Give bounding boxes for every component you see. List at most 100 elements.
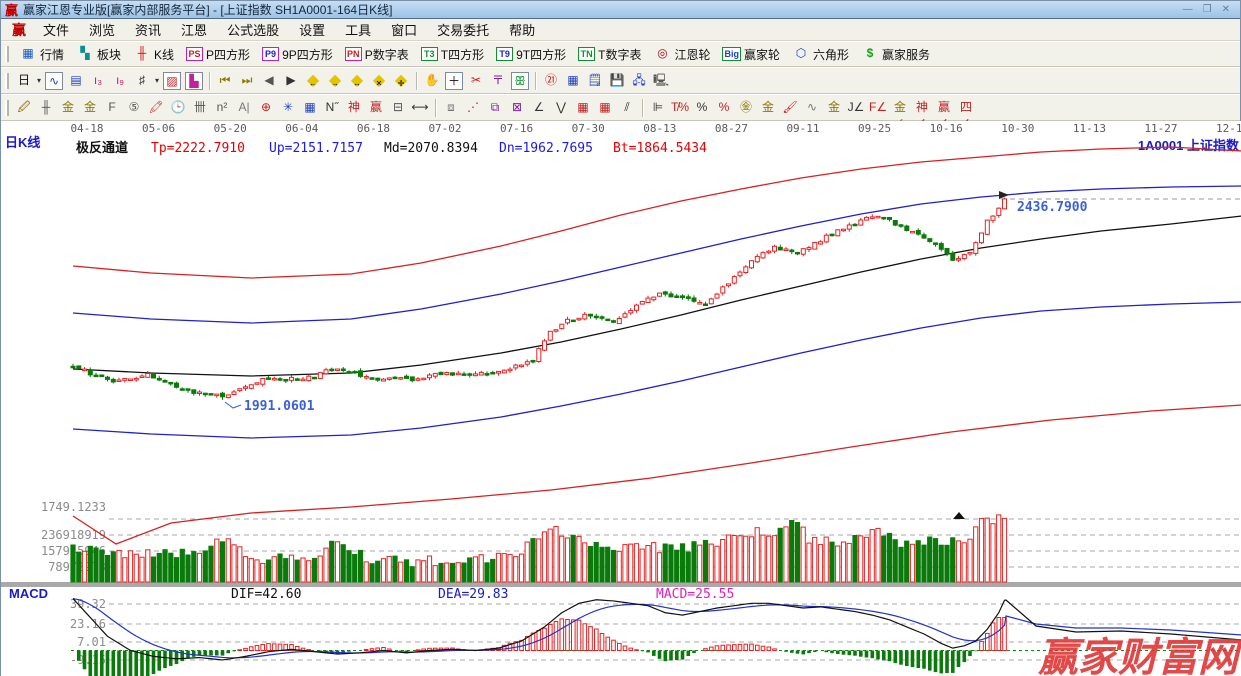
toolbar-button-t-square[interactable]: T3 T四方形 [415, 44, 490, 65]
nav-button-notes[interactable]: 🗒 [584, 70, 606, 92]
nav-button-angle-measure[interactable]: ✂ [465, 70, 487, 92]
nav-button-info-document[interactable]: ▤ [65, 70, 87, 92]
draw-button-angle-lines[interactable]: ∠ [528, 97, 550, 119]
nav-button-diamond-star[interactable]: ◆ ✛ [390, 70, 412, 92]
window-button-0[interactable]: — [1183, 4, 1193, 15]
draw-button-gold-line[interactable]: 金 [757, 97, 779, 119]
draw-button-line-segments[interactable]: 卌 [189, 97, 211, 119]
draw-button-gold-ratio-2[interactable]: 金 [79, 97, 101, 119]
menu-item-tools[interactable]: 工具 [335, 18, 381, 41]
toolbar-grip[interactable] [5, 99, 9, 116]
nav-button-gann-t-tool[interactable]: 〒 [487, 70, 509, 92]
draw-button-k-mark[interactable]: Ν˝ [321, 97, 343, 119]
toolbar-grip[interactable] [5, 72, 9, 89]
draw-button-f-tool[interactable]: F [101, 97, 123, 119]
nav-button-calendar[interactable]: ㉑ [540, 70, 562, 92]
draw-button-fan-box[interactable]: ⊠ [506, 97, 528, 119]
menu-item-news[interactable]: 资讯 [125, 18, 171, 41]
draw-button-percent-red[interactable]: % [713, 97, 735, 119]
draw-button-matrix[interactable]: ▦ [299, 97, 321, 119]
nav-button-bars-small-3[interactable]: ı₃ [87, 70, 109, 92]
nav-button-histogram-color[interactable]: ▙ [183, 70, 205, 92]
draw-button-percent-line[interactable]: T̸% [669, 97, 691, 119]
draw-button-si-angle[interactable]: 四∠ [955, 97, 977, 131]
draw-button-v-lines[interactable]: ⋁ [550, 97, 572, 119]
toolbar-button-hexagon[interactable]: ⬡ 六角形 [786, 43, 855, 65]
draw-button-gold-ratio-1[interactable]: 金 [57, 97, 79, 119]
toolbar-button-t-number-table[interactable]: TN T数字表 [572, 44, 647, 65]
draw-button-gold-red-line[interactable]: 金 [823, 97, 845, 119]
toolbar-button-kline[interactable]: ╫ K线 [127, 43, 180, 65]
toolbar-button-p-number-table[interactable]: PN P数字表 [339, 44, 415, 65]
toolbar-button-9p-square[interactable]: P9 9P四方形 [256, 44, 339, 65]
nav-button-calculator[interactable]: ▦ [562, 70, 584, 92]
draw-button-fan-gann[interactable]: ⧉ [484, 97, 506, 119]
nav-button-crosshair[interactable]: ＋ [443, 70, 465, 92]
titlebar[interactable]: 赢 赢家江恩专业版[赢家内部服务平台] - [上证指数 SH1A0001-164… [1, 1, 1240, 19]
toolbar-button-gann-wheel[interactable]: ◎ 江恩轮 [647, 43, 716, 65]
menu-item-gann[interactable]: 江恩 [171, 18, 217, 41]
draw-button-grid-lines[interactable]: ╫ [35, 97, 57, 119]
menu-item-file[interactable]: 文件 [33, 18, 79, 41]
draw-button-shen-tool[interactable]: 神 [343, 97, 365, 119]
draw-button-price-ladder[interactable]: ⊫ [647, 97, 669, 119]
menu-item-settings[interactable]: 设置 [289, 18, 335, 41]
draw-button-width-measure[interactable]: ⟷ [409, 97, 431, 119]
nav-button-diamond-right[interactable]: ◆ → [324, 70, 346, 92]
draw-button-box-select[interactable]: ⧈ [440, 97, 462, 119]
nav-button-overlay-wave[interactable]: ∿ [43, 70, 65, 92]
nav-button-hand-drag[interactable]: ✋ [421, 70, 443, 92]
draw-button-parallel-lines[interactable]: ⫽ [616, 97, 638, 119]
menu-item-trade-entrust[interactable]: 交易委托 [427, 18, 499, 41]
nav-button-diamond-cross[interactable]: ◆ ✕ [368, 70, 390, 92]
draw-button-f-angle[interactable]: F∠ [867, 97, 889, 119]
draw-button-a-line[interactable]: A| [233, 97, 255, 119]
draw-button-red-brush[interactable]: 🖍 [145, 97, 167, 119]
toolbar-grip[interactable] [5, 46, 9, 62]
toolbar-button-quotes[interactable]: ▦ 行情 [13, 43, 70, 65]
draw-button-wave-line[interactable]: ∿ [801, 97, 823, 119]
toolbar-button-9t-square[interactable]: T9 9T四方形 [490, 44, 572, 65]
window-button-2[interactable]: ✕ [1222, 4, 1230, 15]
nav-button-jump-end[interactable]: ⏭ [236, 70, 258, 92]
pane-splitter[interactable] [1, 582, 1241, 587]
menu-item-formula-stock-pick[interactable]: 公式选股 [217, 18, 289, 41]
draw-button-gold-circle[interactable]: ㊎ [735, 97, 757, 119]
nav-button-brain-tool[interactable]: ꕥ [509, 70, 531, 92]
draw-button-time-cycle[interactable]: 🕒 [167, 97, 189, 119]
nav-button-page-forward[interactable]: ▶ [280, 70, 302, 92]
draw-button-fan-red[interactable]: ⋰ [462, 97, 484, 119]
draw-button-spiral[interactable]: ⑤ [123, 97, 145, 119]
draw-button-grid-red-1[interactable]: ▦ [572, 97, 594, 119]
chart-area[interactable]: 04-18 05-06 05-20 06-04 06-18 07-02 07-16 07-30… [1, 121, 1241, 676]
draw-button-ying-tool[interactable]: 赢 [365, 97, 387, 119]
toolbar-button-p-square[interactable]: PS P四方形 [180, 44, 256, 65]
draw-button-ink-brush[interactable]: 🖌 [779, 97, 801, 119]
nav-button-diamond-both[interactable]: ◆ ↔ [346, 70, 368, 92]
menu-item-window[interactable]: 窗口 [381, 18, 427, 41]
draw-button-shen-angle[interactable]: 神∠ [911, 97, 933, 131]
nav-button-candle-style[interactable]: ♯ ▾ [131, 70, 161, 92]
draw-button-grid-red-2[interactable]: ▦ [594, 97, 616, 119]
nav-button-jump-start[interactable]: ⏮ [214, 70, 236, 92]
toolbar-button-winner-service[interactable]: $ 赢家服务 [855, 43, 936, 65]
nav-button-bars-small-9[interactable]: ı₉ [109, 70, 131, 92]
nav-button-period-day[interactable]: 日 ▾ [13, 70, 43, 92]
draw-button-compass[interactable]: ⊕ [255, 97, 277, 119]
nav-button-diamond-left[interactable]: ◆ ← [302, 70, 324, 92]
draw-button-brush[interactable]: 🖉 [13, 97, 35, 119]
toolbar-button-sectors[interactable]: ▚ 板块 [70, 43, 127, 65]
draw-button-ying-angle[interactable]: 赢∠ [933, 97, 955, 131]
menu-item-help[interactable]: 帮助 [499, 18, 545, 41]
nav-button-computer[interactable]: 🖳 [650, 70, 672, 92]
nav-button-network[interactable]: 🖧 [628, 70, 650, 92]
draw-button-n-square[interactable]: n² [211, 97, 233, 119]
toolbar-button-winner-wheel[interactable]: Big 赢家轮 [716, 44, 786, 65]
draw-button-ruler[interactable]: ⊟ [387, 97, 409, 119]
draw-button-gold-angle[interactable]: 金∠ [889, 97, 911, 131]
kline-chart-canvas[interactable]: 04-18 05-06 05-20 06-04 06-18 07-02 07-16 07-30… [1, 121, 1241, 676]
draw-button-star-tool[interactable]: ✳ [277, 97, 299, 119]
draw-button-percent[interactable]: % [691, 97, 713, 119]
nav-button-pattern-red[interactable]: ▨ [161, 70, 183, 92]
nav-button-save[interactable]: 💾 [606, 70, 628, 92]
